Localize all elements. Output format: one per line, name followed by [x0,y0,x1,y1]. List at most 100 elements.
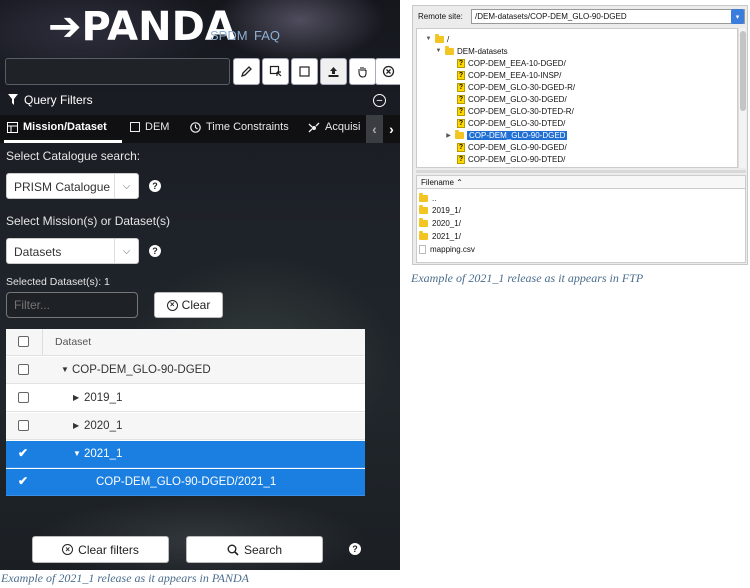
tab-label: Acquisi [325,121,361,133]
expand-down-icon[interactable]: ▼ [435,48,442,54]
caret-right-icon[interactable]: ▶ [73,393,79,402]
file-row[interactable]: .. [419,192,436,204]
panda-app: ➔PANDA SPDM FAQ Query Filters − Mission/… [0,0,400,570]
file-row[interactable]: 2021_1/ [419,230,461,242]
file-list: Filename ⌃ .. 2019_1/ 2020_1/ 2021_1/ ma… [416,175,746,263]
panda-logo: ➔PANDA [48,4,236,50]
filter-tabs: Mission/Dataset DEM Time Constraints Acq… [0,115,400,143]
pencil-icon[interactable] [233,58,260,85]
tree-node[interactable]: ? COP-DEM_GLO-90-DTED/ [457,153,565,165]
table-row-selected[interactable]: ✔ ▼ 2021_1 [6,441,365,468]
remote-site-select[interactable]: /DEM-datasets/COP-DEM_GLO-90-DGED ▾ [471,9,745,24]
dataset-filter-input[interactable] [6,292,138,318]
tab-acquisition[interactable]: Acquisi [308,121,360,133]
folder-icon [419,217,428,227]
tab-label: DEM [145,121,170,133]
checkmark-icon[interactable]: ✔ [18,474,28,488]
location-search-input[interactable] [5,58,230,85]
file-row[interactable]: 2019_1/ [419,204,461,216]
active-tab-indicator [4,140,122,143]
tree-node[interactable]: ? COP-DEM_GLO-90-DGED/ [457,141,567,153]
file-name: 2021_1/ [432,231,461,241]
tree-node[interactable]: ? COP-DEM_GLO-30-DGED-R/ [457,81,575,93]
tab-mission-dataset[interactable]: Mission/Dataset [7,121,107,133]
caret-down-icon[interactable]: ▼ [73,449,81,458]
expand-down-icon[interactable]: ▼ [425,36,432,42]
chevron-down-icon: ⌵ [114,174,138,198]
hand-icon[interactable] [349,58,376,85]
table-row-selected[interactable]: ✔ COP-DEM_GLO-90-DGED/2021_1 [6,469,365,496]
clear-button[interactable]: × Clear [154,292,223,318]
table-row[interactable]: ▶ 2020_1 [6,413,365,440]
remote-tree: ▼ / ▼ DEM-datasets ? COP-DEM_EEA-10-DGED… [416,28,738,168]
expand-right-icon[interactable]: ▶ [445,132,452,139]
row-checkbox[interactable] [18,392,29,403]
nav-link-spdm[interactable]: SPDM [210,28,248,43]
help-icon[interactable]: ? [149,180,161,192]
close-circle-icon[interactable] [375,58,400,85]
unknown-item-icon: ? [457,154,465,164]
scrollbar-thumb[interactable] [740,31,746,111]
row-checkbox[interactable] [18,364,29,375]
file-row[interactable]: mapping.csv [419,243,475,255]
row-checkbox[interactable] [18,420,29,431]
tree-node[interactable]: ? COP-DEM_EEA-10-DGED/ [457,57,566,69]
table-icon [7,121,18,133]
help-icon[interactable]: ? [149,245,161,257]
folder-icon [419,192,428,202]
folder-icon [419,204,428,214]
node-label: COP-DEM_GLO-30-DGED-R/ [468,82,576,92]
square-icon[interactable] [291,58,318,85]
table-row[interactable]: ▼ COP-DEM_GLO-90-DGED [6,357,365,384]
sort-ascending-icon: ⌃ [456,178,463,187]
nav-link-faq[interactable]: FAQ [254,28,280,43]
mission-select[interactable]: Datasets ⌵ [6,238,139,264]
checkmark-icon[interactable]: ✔ [18,446,28,460]
select-area-icon[interactable] [262,58,289,85]
caret-down-icon[interactable]: ▼ [61,365,69,374]
unknown-item-icon: ? [457,118,465,128]
chevron-left-icon[interactable]: ‹ [366,115,383,143]
tree-node[interactable]: ▼ DEM-datasets [435,45,508,57]
tab-label: Time Constraints [206,121,289,133]
table-row[interactable]: ▶ 2019_1 [6,385,365,412]
tree-node[interactable]: ? COP-DEM_GLO-30-DGED/ [457,93,567,105]
chevron-right-icon[interactable]: › [383,115,400,143]
selected-count: Selected Dataset(s): 1 [6,276,110,288]
tree-node[interactable]: ▼ / [425,33,449,45]
folder-icon [455,129,464,139]
select-all-checkbox[interactable] [18,336,29,347]
file-row[interactable]: 2020_1/ [419,217,461,229]
mission-value: Datasets [14,245,62,259]
tree-scrollbar[interactable] [738,28,746,168]
file-icon [419,244,426,254]
upload-icon[interactable] [320,58,347,85]
close-circle-icon: × [166,299,178,311]
collapse-icon[interactable]: − [373,94,386,107]
satellite-icon [308,122,320,132]
tree-node[interactable]: ? COP-DEM_GLO-30-DTED-R/ [457,105,574,117]
search-icon [227,544,239,556]
unknown-item-icon: ? [457,58,465,68]
tree-node[interactable]: ? COP-DEM_EEA-10-INSP/ [457,69,561,81]
pane-splitter[interactable] [416,170,746,173]
chevron-down-icon[interactable]: ▾ [731,9,744,24]
node-label: COP-DEM_GLO-90-DGED [467,130,568,140]
filename-header-label: Filename [421,178,454,187]
filename-column-header[interactable]: Filename ⌃ [417,176,745,189]
tab-time-constraints[interactable]: Time Constraints [190,121,289,133]
catalogue-select[interactable]: PRISM Catalogue ⌵ [6,173,139,199]
help-icon[interactable]: ? [349,543,361,555]
clock-icon [190,121,201,133]
tab-dem[interactable]: DEM [130,121,169,133]
query-filters-bar[interactable]: Query Filters − [0,88,400,112]
tree-node-selected[interactable]: ▶ COP-DEM_GLO-90-DGED [445,129,568,141]
caret-right-icon[interactable]: ▶ [73,421,79,430]
ftp-caption: Example of 2021_1 release as it appears … [411,271,644,285]
tab-label: Mission/Dataset [23,121,107,133]
search-button[interactable]: Search [186,536,323,563]
clear-filters-label: Clear filters [78,542,139,557]
unknown-item-icon: ? [457,70,465,80]
clear-filters-button[interactable]: × Clear filters [32,536,169,563]
tree-node[interactable]: ? COP-DEM_GLO-30-DTED/ [457,117,565,129]
